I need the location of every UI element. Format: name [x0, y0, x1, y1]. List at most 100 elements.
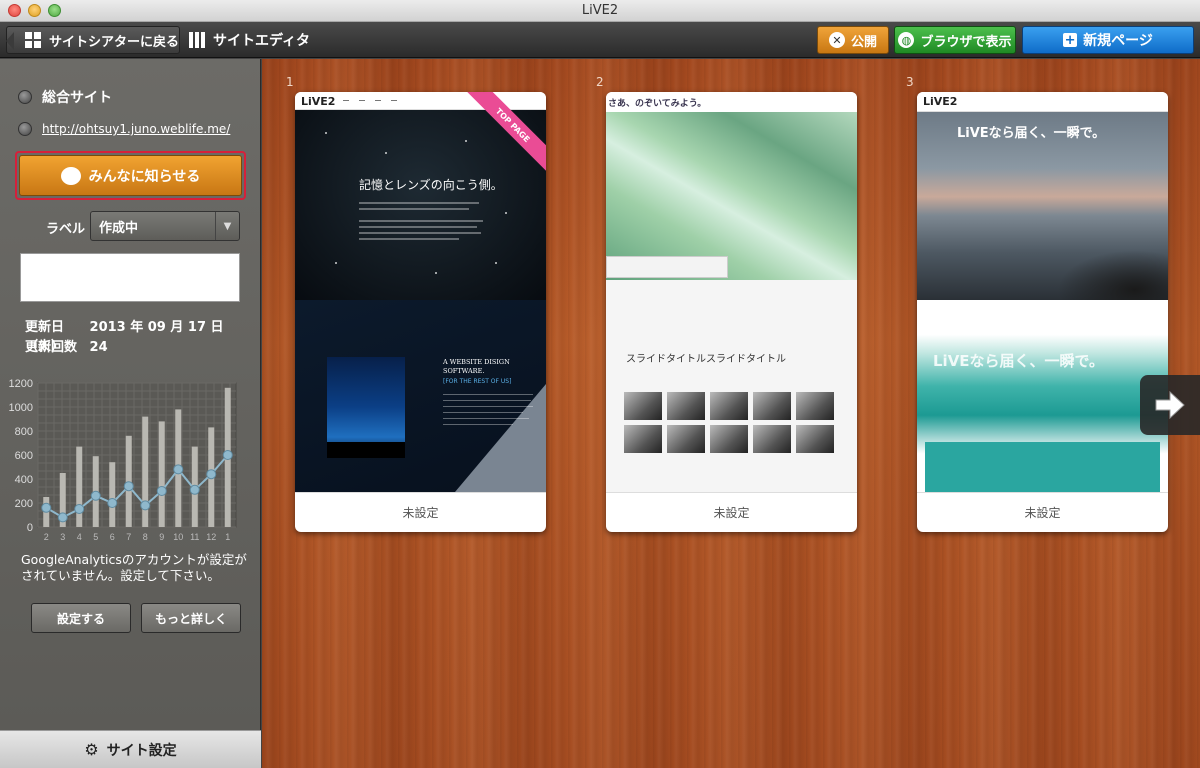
- chevron-down-icon: ▼: [215, 212, 239, 240]
- x-tick-label: 4: [77, 532, 82, 542]
- page-thumbnail: LiVE2 LiVEなら届く、一瞬で。 LiVEなら届く、一瞬で。: [917, 92, 1168, 492]
- y-tick-label: 800: [15, 426, 33, 438]
- update-count-value: 24: [89, 340, 108, 355]
- updated-date-key: 更新日: [25, 320, 65, 335]
- publish-button[interactable]: ✕ 公開: [817, 26, 889, 54]
- label-select-value: 作成中: [99, 220, 139, 236]
- x-tick-label: 9: [159, 532, 164, 542]
- speech-bubble-icon: [60, 166, 81, 185]
- grid-icon: [25, 32, 41, 48]
- x-tick-label: 10: [173, 532, 183, 542]
- data-point: [41, 502, 52, 513]
- more-details-button[interactable]: もっと詳しく: [141, 603, 241, 633]
- plus-icon: +: [1063, 32, 1078, 48]
- x-tick-label: 1: [225, 532, 230, 542]
- x-tick-label: 7: [126, 532, 131, 542]
- page-theater: 1 LiVE2 記憶とレンズの向こう側。 A WEBSITE DISIGN SO…: [262, 59, 1200, 768]
- data-point: [140, 500, 151, 511]
- data-point: [222, 450, 233, 460]
- update-count-row: 更新回数 24: [25, 336, 108, 355]
- arrow-right-icon: [1155, 390, 1185, 420]
- data-point: [189, 484, 200, 495]
- site-logo: LiVE2: [301, 95, 336, 108]
- window-titlebar: LiVE2: [0, 0, 1200, 22]
- site-url-link[interactable]: http://ohtsuy1.juno.weblife.me/: [42, 122, 230, 136]
- update-count-key: 更新回数: [25, 340, 78, 355]
- page-status: 未設定: [606, 492, 857, 532]
- header-text: さあ、のぞいてみよう。: [608, 99, 707, 109]
- x-tick-label: 2: [44, 532, 49, 542]
- next-page-arrow-button[interactable]: [1140, 375, 1200, 435]
- data-point: [107, 498, 118, 508]
- columns-icon: [189, 32, 205, 48]
- share-button[interactable]: みんなに知らせる: [19, 155, 242, 196]
- y-tick-label: 0: [27, 522, 33, 534]
- x-tick-label: 12: [206, 532, 216, 542]
- page-number: 3: [906, 75, 914, 89]
- site-settings-label: サイト設定: [106, 742, 177, 759]
- new-page-button[interactable]: + 新規ページ: [1022, 26, 1194, 54]
- view-in-browser-button[interactable]: ◍ ブラウザで表示: [894, 26, 1016, 54]
- memo-textarea[interactable]: [20, 253, 240, 302]
- page-status: 未設定: [295, 492, 546, 532]
- site-icon: [18, 90, 32, 104]
- page-thumbnail: LiVE2 記憶とレンズの向こう側。 A WEBSITE DISIGN SOFT…: [295, 92, 546, 492]
- data-point: [206, 469, 217, 480]
- hero-title: LiVEなら届く、一瞬で。: [957, 126, 1106, 141]
- site-name: 総合サイト: [42, 90, 112, 106]
- y-tick-label: 1200: [9, 378, 33, 390]
- data-point: [156, 486, 167, 496]
- section-title: スライドタイトルスライドタイトル: [626, 354, 786, 365]
- site-editor-label: サイトエディタ: [213, 33, 311, 49]
- publish-label: 公開: [850, 34, 877, 50]
- hero-title: 記憶とレンズの向こう側。: [359, 178, 503, 192]
- page-card[interactable]: LiVE2 記憶とレンズの向こう側。 A WEBSITE DISIGN SOFT…: [295, 92, 546, 532]
- label-caption: ラベル: [46, 222, 86, 237]
- label-row: ラベル 作成中 ▼: [0, 210, 261, 242]
- label-select[interactable]: 作成中 ▼: [90, 211, 240, 241]
- bar: [158, 421, 165, 527]
- site-settings-button[interactable]: ⚙ サイト設定: [0, 730, 261, 768]
- bar: [142, 416, 149, 527]
- analytics-chart: 0 200 400 600 800 1000 1200 2 3 4 5 6 7 8 9 10 11 12 1: [9, 378, 237, 542]
- page-thumbnail: さあ、のぞいてみよう。 スライドタイトルスライドタイトル: [606, 92, 857, 492]
- share-button-highlight: みんなに知らせる: [15, 151, 246, 200]
- globe-icon: ◍: [898, 32, 915, 48]
- setup-analytics-button[interactable]: 設定する: [31, 603, 131, 633]
- site-name-row: 総合サイト: [18, 87, 112, 107]
- data-point: [74, 504, 85, 514]
- data-point: [173, 464, 184, 475]
- back-button-label: サイトシアターに戻る: [49, 34, 180, 50]
- view-in-browser-label: ブラウザで表示: [920, 34, 1012, 50]
- gear-icon: ⚙: [84, 740, 99, 759]
- toolbar: サイトシアターに戻る サイトエディタ ✕ 公開 ◍ ブラウザで表示 + 新規ペー…: [0, 22, 1200, 58]
- globe-icon: [18, 122, 32, 136]
- window-title: LiVE2: [581, 3, 619, 18]
- page-number: 1: [286, 75, 294, 89]
- analytics-message: GoogleAnalyticsのアカウントが設定がされていません。設定して下さい…: [21, 552, 247, 583]
- section-tagline: [FOR THE REST OF US]: [443, 378, 512, 385]
- y-tick-label: 200: [15, 498, 33, 510]
- y-tick-label: 1000: [9, 402, 33, 414]
- site-logo: LiVE2: [923, 95, 958, 108]
- x-tick-label: 3: [60, 532, 65, 542]
- data-point: [123, 481, 134, 492]
- x-tick-label: 5: [93, 532, 98, 542]
- site-url-row: http://ohtsuy1.juno.weblife.me/: [18, 122, 230, 136]
- page-number: 2: [596, 75, 604, 89]
- y-tick-label: 600: [15, 450, 33, 462]
- data-point: [90, 490, 101, 501]
- site-editor-title: サイトエディタ: [189, 26, 310, 54]
- new-page-label: 新規ページ: [1083, 33, 1153, 49]
- wave-title: LiVEなら届く、一瞬で。: [933, 352, 1104, 370]
- x-tick-label: 6: [110, 532, 115, 542]
- publish-icon: ✕: [828, 32, 845, 48]
- x-tick-label: 11: [190, 532, 199, 542]
- bar: [76, 446, 83, 527]
- section-heading: A WEBSITE DISIGN SOFTWARE.: [443, 358, 510, 375]
- back-to-site-theater-button[interactable]: サイトシアターに戻る: [6, 26, 180, 54]
- data-point: [57, 512, 68, 523]
- page-card[interactable]: さあ、のぞいてみよう。 スライドタイトルスライドタイトル 未設定: [606, 92, 857, 532]
- page-card[interactable]: LiVE2 LiVEなら届く、一瞬で。 LiVEなら届く、一瞬で。 未設定: [917, 92, 1168, 532]
- bar: [109, 462, 116, 527]
